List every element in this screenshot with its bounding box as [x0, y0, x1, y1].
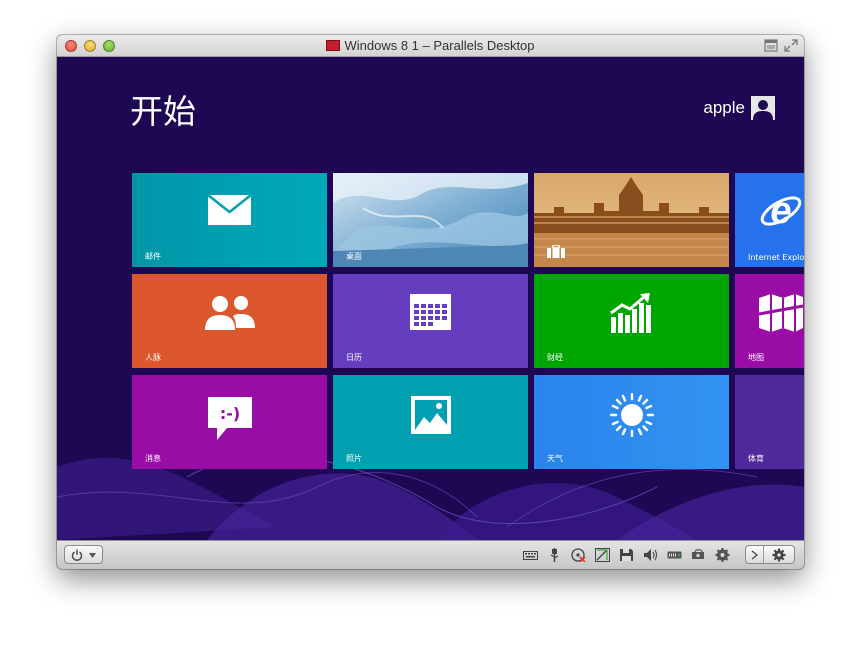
- parallels-window: Windows 8 1 – Parallels Desktop 开始 apple…: [57, 35, 804, 569]
- chevron-down-icon: [89, 553, 96, 558]
- tile-sports[interactable]: 体育: [735, 375, 804, 469]
- user-account[interactable]: apple: [703, 96, 775, 120]
- vm-controls: [745, 545, 795, 564]
- tile-label: 照片: [346, 454, 362, 463]
- cd-disabled-icon[interactable]: [571, 548, 586, 562]
- tile-people[interactable]: 人脉: [132, 274, 327, 368]
- message-smiley-icon: :-): [208, 397, 252, 440]
- photo-icon: [411, 396, 451, 434]
- tile-weather[interactable]: 天气: [534, 375, 729, 469]
- tile-mail[interactable]: 邮件: [132, 173, 327, 267]
- settings-gear-icon[interactable]: [715, 548, 730, 562]
- tile-desktop[interactable]: 桌面: [333, 173, 528, 267]
- tile-label: 日历: [346, 353, 362, 362]
- window-title-text: Windows 8 1 – Parallels Desktop: [344, 38, 535, 53]
- tile-label: 邮件: [145, 252, 161, 261]
- tile-label: 人脉: [145, 353, 161, 362]
- tile-label: Internet Explorer: [748, 253, 804, 262]
- title-bar[interactable]: Windows 8 1 – Parallels Desktop: [57, 35, 804, 57]
- tile-travel[interactable]: [534, 173, 729, 267]
- network-icon[interactable]: [595, 548, 610, 562]
- sun-icon: [610, 393, 654, 437]
- tile-label: 消息: [145, 454, 161, 463]
- hard-disk-icon[interactable]: [667, 548, 682, 562]
- tile-label: 体育: [748, 454, 764, 463]
- coherence-icon[interactable]: [764, 39, 778, 52]
- svg-text:e: e: [770, 190, 791, 232]
- tile-photos[interactable]: 照片: [333, 375, 528, 469]
- user-name: apple: [703, 98, 745, 117]
- vm-icon: [326, 40, 341, 51]
- tile-finance[interactable]: 财经: [534, 274, 729, 368]
- fullscreen-icon[interactable]: [784, 39, 798, 52]
- tile-internet-explorer[interactable]: e Internet Explorer: [735, 173, 804, 267]
- mail-icon: [207, 194, 252, 225]
- windows-start-screen[interactable]: 开始 apple 邮件 桌面 e Internet Explo 人脉 日历 财经…: [57, 57, 804, 540]
- play-arrow-icon[interactable]: [751, 550, 758, 560]
- power-icon: [71, 549, 83, 561]
- tile-label: 天气: [547, 454, 563, 463]
- window-title: Windows 8 1 – Parallels Desktop: [57, 38, 804, 53]
- status-bar: [57, 540, 804, 569]
- start-title: 开始: [130, 92, 196, 131]
- map-icon: [758, 294, 804, 332]
- user-avatar-icon: [751, 96, 775, 120]
- tile-label: 地图: [748, 353, 764, 362]
- finance-chart-icon: [610, 293, 651, 333]
- smiley-text: :-): [220, 404, 240, 423]
- tile-maps[interactable]: 地图: [735, 274, 804, 368]
- configure-gear-icon[interactable]: [772, 548, 786, 562]
- shared-folder-icon[interactable]: [691, 548, 706, 562]
- keyboard-icon[interactable]: [523, 548, 538, 562]
- tile-label: 财经: [547, 353, 563, 362]
- tile-calendar[interactable]: 日历: [333, 274, 528, 368]
- tile-label: 桌面: [346, 252, 362, 261]
- internet-explorer-icon: e: [760, 190, 802, 232]
- desktop-glacier-image: [333, 173, 528, 267]
- floppy-icon[interactable]: [619, 548, 634, 562]
- briefcase-icon: [547, 245, 565, 258]
- people-icon: [205, 296, 255, 330]
- calendar-icon: [410, 294, 451, 330]
- divider: [763, 546, 764, 563]
- sound-icon[interactable]: [643, 548, 658, 562]
- usb-icon[interactable]: [547, 548, 562, 562]
- tile-messaging[interactable]: :-) 消息: [132, 375, 327, 469]
- power-button[interactable]: [64, 545, 103, 564]
